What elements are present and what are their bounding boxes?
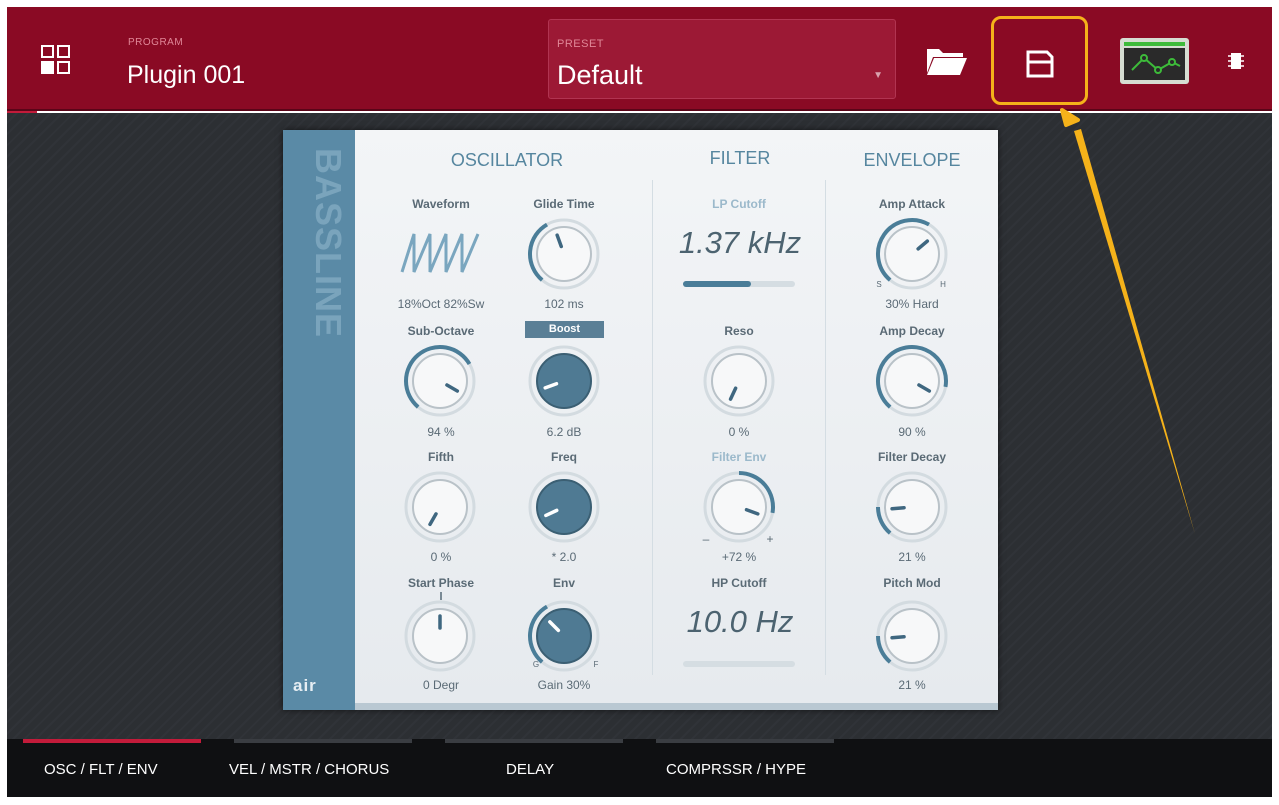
amp-decay-label: Amp Decay (879, 324, 945, 338)
pitch-mod-label: Pitch Mod (883, 576, 941, 590)
filter-env-minus: – (702, 532, 710, 546)
chip-icon[interactable] (1228, 51, 1244, 71)
freq-label: Freq (550, 450, 577, 464)
freq-knob[interactable] (526, 469, 602, 545)
plugin-bottom-edge (355, 703, 998, 710)
boost-button[interactable]: Boost (525, 321, 604, 338)
save-icon (1026, 50, 1054, 78)
hp-cutoff-label: HP Cutoff (711, 576, 767, 590)
tab-label: COMPRSSR / HYPE (666, 761, 807, 778)
tab-label: VEL / MSTR / CHORUS (229, 761, 390, 778)
oscillator-title: OSCILLATOR (450, 150, 564, 170)
env-mark-f: F (593, 660, 599, 669)
air-logo: air (293, 676, 317, 695)
sub-octave-knob[interactable] (402, 343, 478, 419)
pitch-mod-value: 21 % (898, 678, 926, 692)
env-mark-g: G (532, 660, 540, 669)
envelope-title: ENVELOPE (863, 150, 961, 170)
tab-label: OSC / FLT / ENV (44, 761, 158, 778)
program-name[interactable]: Plugin 001 (127, 61, 245, 90)
reso-knob[interactable] (701, 343, 777, 419)
reso-label: Reso (724, 324, 754, 338)
grid-icon[interactable] (41, 45, 73, 77)
env-label: Env (552, 576, 575, 590)
glide-time-value: 102 ms (544, 297, 584, 311)
preset-label: PRESET (557, 38, 605, 50)
hp-cutoff-value[interactable]: 10.0 Hz (660, 604, 820, 640)
waveform-value: 18%Oct 82%Sw (397, 297, 485, 311)
reso-value: 0 % (728, 425, 750, 439)
folder-icon[interactable] (925, 45, 969, 77)
filter-env-value: +72 % (721, 550, 757, 564)
lp-cutoff-fill (683, 281, 752, 287)
env-value: Gain 30% (537, 678, 591, 692)
envelope-editor-icon[interactable] (1120, 38, 1189, 84)
lp-cutoff-slider[interactable] (683, 281, 795, 287)
save-button[interactable] (991, 16, 1088, 105)
glide-time-label: Glide Time (533, 197, 595, 211)
chevron-down-icon: ▼ (873, 70, 883, 81)
plugin-name: BASSLINE (308, 148, 349, 339)
tab-osc-flt-env[interactable]: OSC / FLT / ENV (23, 739, 201, 797)
filter-env-label: Filter Env (711, 450, 767, 464)
fifth-knob[interactable] (402, 469, 478, 545)
start-phase-knob[interactable] (402, 598, 478, 674)
tab-label: DELAY (506, 761, 555, 778)
boost-value: 6.2 dB (546, 425, 582, 439)
bottom-tab-bar: OSC / FLT / ENV VEL / MSTR / CHORUS DELA… (7, 739, 1272, 797)
amp-decay-value: 90 % (898, 425, 926, 439)
freq-value: * 2.0 (551, 550, 577, 564)
waveform-label: Waveform (412, 197, 470, 211)
fifth-label: Fifth (428, 450, 454, 464)
preset-dropdown[interactable]: PRESET Default ▼ (548, 19, 896, 99)
sub-octave-label: Sub-Octave (407, 324, 475, 338)
tab-delay[interactable]: DELAY (445, 739, 623, 797)
tab-comprssr-hype[interactable]: COMPRSSR / HYPE (656, 739, 834, 797)
amp-attack-value: 30% Hard (885, 297, 939, 311)
filter-decay-value: 21 % (898, 550, 926, 564)
preset-value: Default (557, 60, 643, 90)
section-divider-2 (825, 180, 826, 675)
lp-cutoff-label: LP Cutoff (712, 197, 766, 211)
filter-env-plus: + (766, 532, 774, 546)
amp-decay-knob[interactable] (874, 343, 950, 419)
pitch-mod-knob[interactable] (874, 598, 950, 674)
fifth-value: 0 % (430, 550, 452, 564)
lp-cutoff-value[interactable]: 1.37 kHz (660, 225, 820, 261)
sub-octave-value: 94 % (427, 425, 455, 439)
top-header: PROGRAM Plugin 001 PRESET Default ▼ (7, 7, 1272, 111)
amp-attack-label: Amp Attack (878, 197, 946, 211)
tab-vel-mstr-chorus[interactable]: VEL / MSTR / CHORUS (229, 739, 412, 797)
filter-decay-knob[interactable] (874, 469, 950, 545)
glide-time-knob[interactable] (526, 216, 602, 292)
section-divider-1 (652, 180, 653, 675)
filter-decay-label: Filter Decay (877, 450, 947, 464)
amp-attack-mark-s: S (876, 280, 882, 289)
hp-cutoff-slider[interactable] (683, 661, 795, 667)
start-phase-label: Start Phase (407, 576, 475, 590)
filter-title: FILTER (709, 148, 771, 168)
amp-attack-mark-h: H (940, 280, 946, 289)
waveform-selector[interactable] (400, 228, 480, 276)
plugin-sidebar: BASSLINE air (283, 130, 355, 710)
boost-knob[interactable] (526, 343, 602, 419)
start-phase-value: 0 Degr (422, 678, 460, 692)
program-label: PROGRAM (128, 37, 184, 48)
